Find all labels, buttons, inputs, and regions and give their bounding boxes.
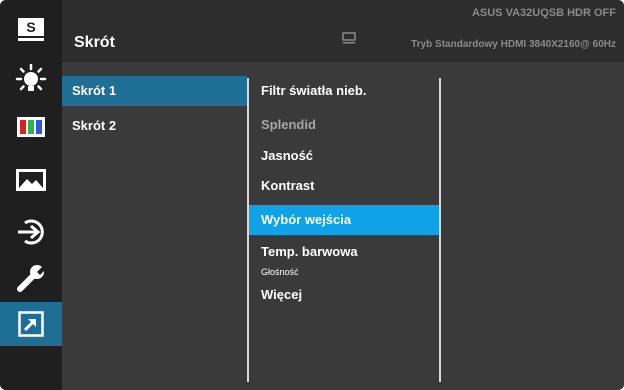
sidebar-item-input-select[interactable] bbox=[0, 210, 62, 254]
sun-bulb-icon bbox=[15, 64, 47, 91]
header-bar: Skrót ASUS VA32UQSB HDR OFF Tryb Standar… bbox=[62, 0, 624, 62]
shortcut-arrow-icon bbox=[18, 311, 44, 337]
splendid-label: S bbox=[26, 19, 35, 35]
menu-item-skrot-2[interactable]: Skrót 2 bbox=[62, 111, 247, 141]
page-title: Skrót bbox=[74, 34, 115, 51]
content-area: Skrót 1 Skrót 2 Filtr światła nieb. Sple… bbox=[62, 62, 624, 390]
right-divider bbox=[439, 78, 441, 382]
picture-icon bbox=[16, 169, 46, 191]
sidebar-item-color[interactable] bbox=[0, 105, 62, 149]
submenu-item-blue-light-filter[interactable]: Filtr światła nieb. bbox=[249, 76, 439, 106]
input-arrow-icon bbox=[18, 219, 44, 245]
sidebar-item-splendid[interactable]: S bbox=[0, 8, 62, 52]
sidebar-item-system-setup[interactable] bbox=[0, 256, 62, 300]
submenu-item-volume[interactable]: Głośność bbox=[249, 264, 439, 280]
submenu-item-contrast[interactable]: Kontrast bbox=[249, 171, 439, 201]
monitor-icon bbox=[342, 32, 356, 44]
submenu-item-more[interactable]: Więcej bbox=[249, 280, 439, 310]
sidebar-item-shortcut[interactable] bbox=[0, 302, 62, 346]
submenu-item-color-temp[interactable]: Temp. barwowa bbox=[249, 237, 439, 267]
splendid-s-icon: S bbox=[18, 18, 44, 41]
status-line: Tryb Standardowy HDMI 3840X2160@ 60Hz bbox=[411, 39, 616, 50]
osd-window: S Skrót ASUS VA32UQSB HDR OFF Tryb Stand… bbox=[0, 0, 624, 390]
submenu-item-splendid[interactable]: Splendid bbox=[249, 110, 439, 140]
sidebar: S bbox=[0, 0, 62, 390]
wrench-icon bbox=[17, 265, 45, 292]
color-bars-icon bbox=[17, 117, 45, 137]
submenu-item-brightness[interactable]: Jasność bbox=[249, 141, 439, 171]
submenu-item-input-select[interactable]: Wybór wejścia bbox=[249, 205, 439, 235]
menu-item-skrot-1[interactable]: Skrót 1 bbox=[62, 76, 247, 106]
sidebar-item-blue-light[interactable] bbox=[0, 58, 62, 102]
model-info: ASUS VA32UQSB HDR OFF bbox=[471, 7, 616, 19]
sidebar-item-image[interactable] bbox=[0, 158, 62, 202]
